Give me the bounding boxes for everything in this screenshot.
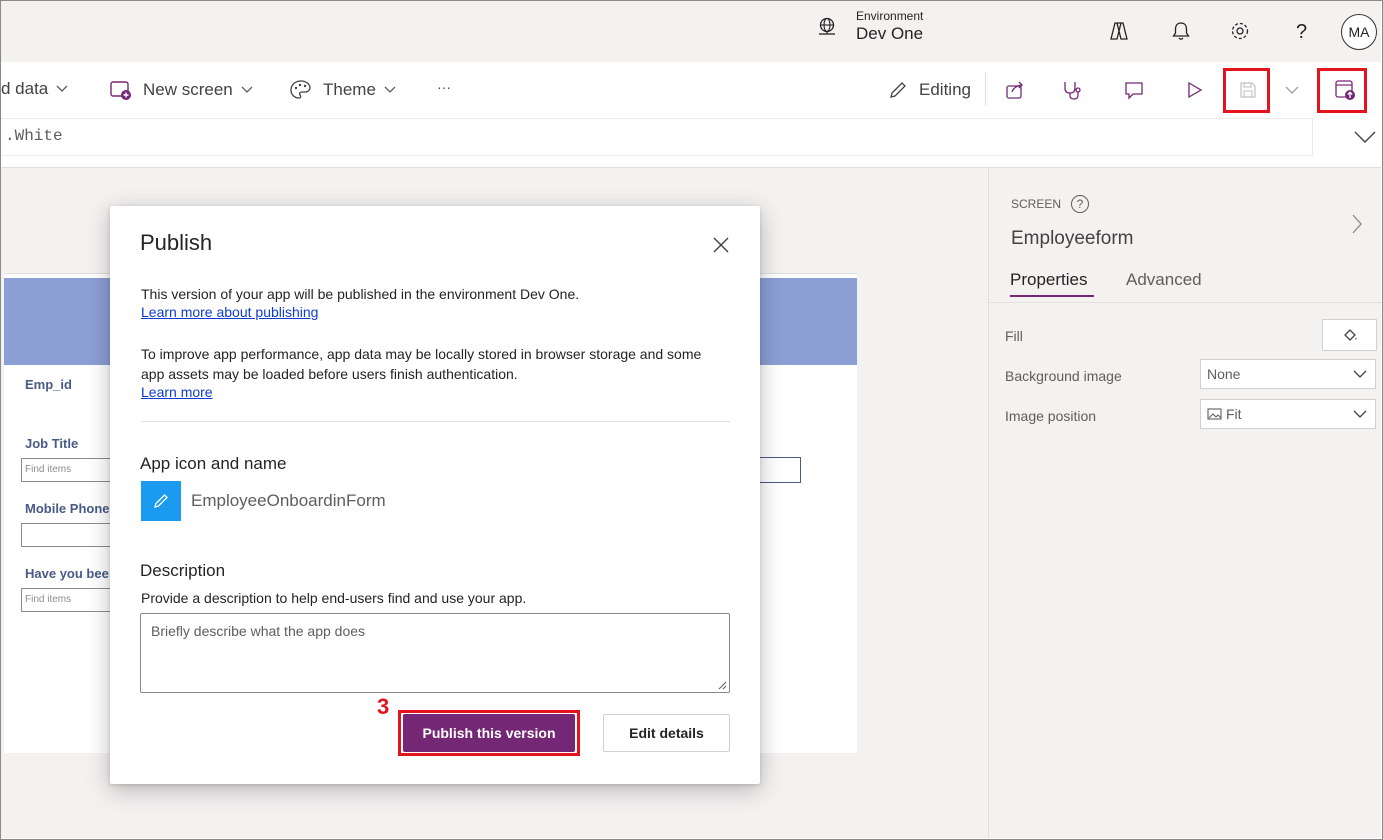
have-you-been-combobox[interactable]: Find items — [21, 588, 116, 612]
play-icon[interactable] — [1181, 77, 1207, 103]
comment-icon[interactable] — [1121, 77, 1147, 103]
help-icon[interactable]: ? — [1289, 19, 1313, 43]
palette-icon — [290, 80, 311, 99]
chevron-down-icon — [241, 86, 253, 93]
image-position-select[interactable]: Fit — [1200, 399, 1376, 429]
new-screen-button[interactable]: New screen — [109, 79, 263, 101]
new-screen-icon — [110, 81, 131, 100]
save-options-chevron-icon[interactable] — [1279, 77, 1305, 103]
field-label-mobile-phone: Mobile Phone — [25, 501, 110, 516]
background-image-select[interactable]: None — [1200, 359, 1376, 389]
field-label-have-you-been: Have you bee — [25, 566, 109, 581]
save-highlight-box — [1223, 68, 1270, 113]
command-bar: d data New screen Theme ··· Editing — [1, 62, 1381, 118]
chevron-down-icon — [1353, 410, 1367, 418]
background-image-label: Background image — [1005, 368, 1122, 384]
tab-advanced[interactable]: Advanced — [1126, 270, 1202, 290]
fill-label: Fill — [1005, 328, 1023, 344]
resize-handle-icon — [718, 681, 727, 690]
environment-name: Dev One — [856, 24, 924, 43]
help-circle-icon[interactable]: ? — [1071, 195, 1090, 213]
description-hint: Provide a description to help end-users … — [141, 590, 527, 606]
add-data-button[interactable]: d data — [1, 79, 78, 99]
image-icon — [1207, 408, 1222, 420]
image-position-label: Image position — [1005, 408, 1097, 424]
avatar[interactable]: MA — [1341, 14, 1377, 50]
chevron-right-icon[interactable] — [1351, 213, 1363, 235]
screen-name: Employeeform — [1011, 228, 1134, 249]
formula-bar: .White — [1, 118, 1381, 168]
properties-panel: SCREEN ? Employeeform Properties Advance… — [988, 168, 1382, 838]
publish-this-version-button[interactable]: Publish this version — [403, 714, 575, 752]
app-name: EmployeeOnboardinForm — [191, 491, 386, 510]
gear-icon[interactable] — [1228, 19, 1252, 43]
publish-highlight-box — [1317, 68, 1367, 113]
image-position-value: Fit — [1226, 406, 1242, 422]
theme-button[interactable]: Theme — [289, 79, 406, 101]
properties-divider — [989, 302, 1382, 303]
app-icon-tile[interactable] — [141, 481, 181, 521]
description-textarea[interactable]: Briefly describe what the app does — [140, 613, 730, 693]
dialog-title: Publish — [140, 230, 213, 255]
canvas-field-edge[interactable] — [758, 457, 801, 483]
expand-formula-chevron-icon[interactable] — [1354, 130, 1376, 144]
learn-more-link[interactable]: Learn more — [141, 384, 213, 400]
editing-button[interactable]: Editing — [887, 79, 971, 101]
properties-section-header: SCREEN ? — [1011, 195, 1090, 213]
share-icon[interactable] — [1002, 77, 1028, 103]
edit-details-button[interactable]: Edit details — [603, 714, 730, 752]
description-placeholder: Briefly describe what the app does — [151, 623, 366, 639]
environment-label: Environment — [856, 9, 924, 23]
more-button[interactable]: ··· — [437, 79, 451, 95]
properties-section-label: SCREEN — [1011, 197, 1062, 211]
chevron-down-icon — [384, 86, 396, 93]
tab-properties[interactable]: Properties — [1010, 270, 1087, 290]
pencil-icon — [890, 82, 906, 98]
background-image-value: None — [1207, 366, 1241, 382]
editing-label: Editing — [919, 80, 971, 99]
close-icon[interactable] — [711, 235, 731, 255]
chevron-down-icon — [1353, 370, 1367, 378]
new-screen-label: New screen — [143, 80, 233, 99]
more-label: ··· — [437, 79, 451, 95]
fill-color-button[interactable] — [1322, 319, 1377, 351]
publish-environment-text: This version of your app will be publish… — [141, 286, 580, 302]
performance-notice-text: To improve app performance, app data may… — [141, 346, 702, 382]
pencil-icon — [154, 494, 168, 508]
app-checker-icon[interactable] — [1059, 77, 1085, 103]
bell-icon[interactable] — [1169, 19, 1193, 43]
learn-more-publishing-link[interactable]: Learn more about publishing — [141, 304, 318, 320]
top-header: Environment Dev One ? MA — [1, 1, 1381, 62]
toolbar-divider — [985, 72, 986, 106]
job-title-combobox[interactable]: Find items — [21, 458, 116, 482]
copilot-icon[interactable] — [1107, 19, 1131, 43]
formula-input[interactable]: .White — [1, 118, 1313, 156]
field-label-emp-id: Emp_id — [25, 377, 72, 392]
publish-dialog: Publish This version of your app will be… — [110, 206, 760, 784]
paint-bucket-icon — [1342, 329, 1357, 344]
theme-label: Theme — [323, 80, 376, 99]
active-tab-indicator — [1010, 295, 1094, 297]
description-heading: Description — [140, 561, 226, 580]
svg-text:?: ? — [1296, 21, 1307, 42]
chevron-down-icon — [56, 85, 68, 92]
mobile-phone-input[interactable] — [21, 523, 116, 547]
environment-picker[interactable]: Environment Dev One — [816, 9, 923, 45]
dialog-divider — [141, 421, 730, 422]
add-data-label: d data — [1, 79, 49, 98]
globe-icon — [816, 16, 838, 38]
app-icon-name-heading: App icon and name — [140, 454, 287, 473]
field-label-job-title: Job Title — [25, 436, 79, 451]
step-number-3: 3 — [377, 694, 390, 719]
